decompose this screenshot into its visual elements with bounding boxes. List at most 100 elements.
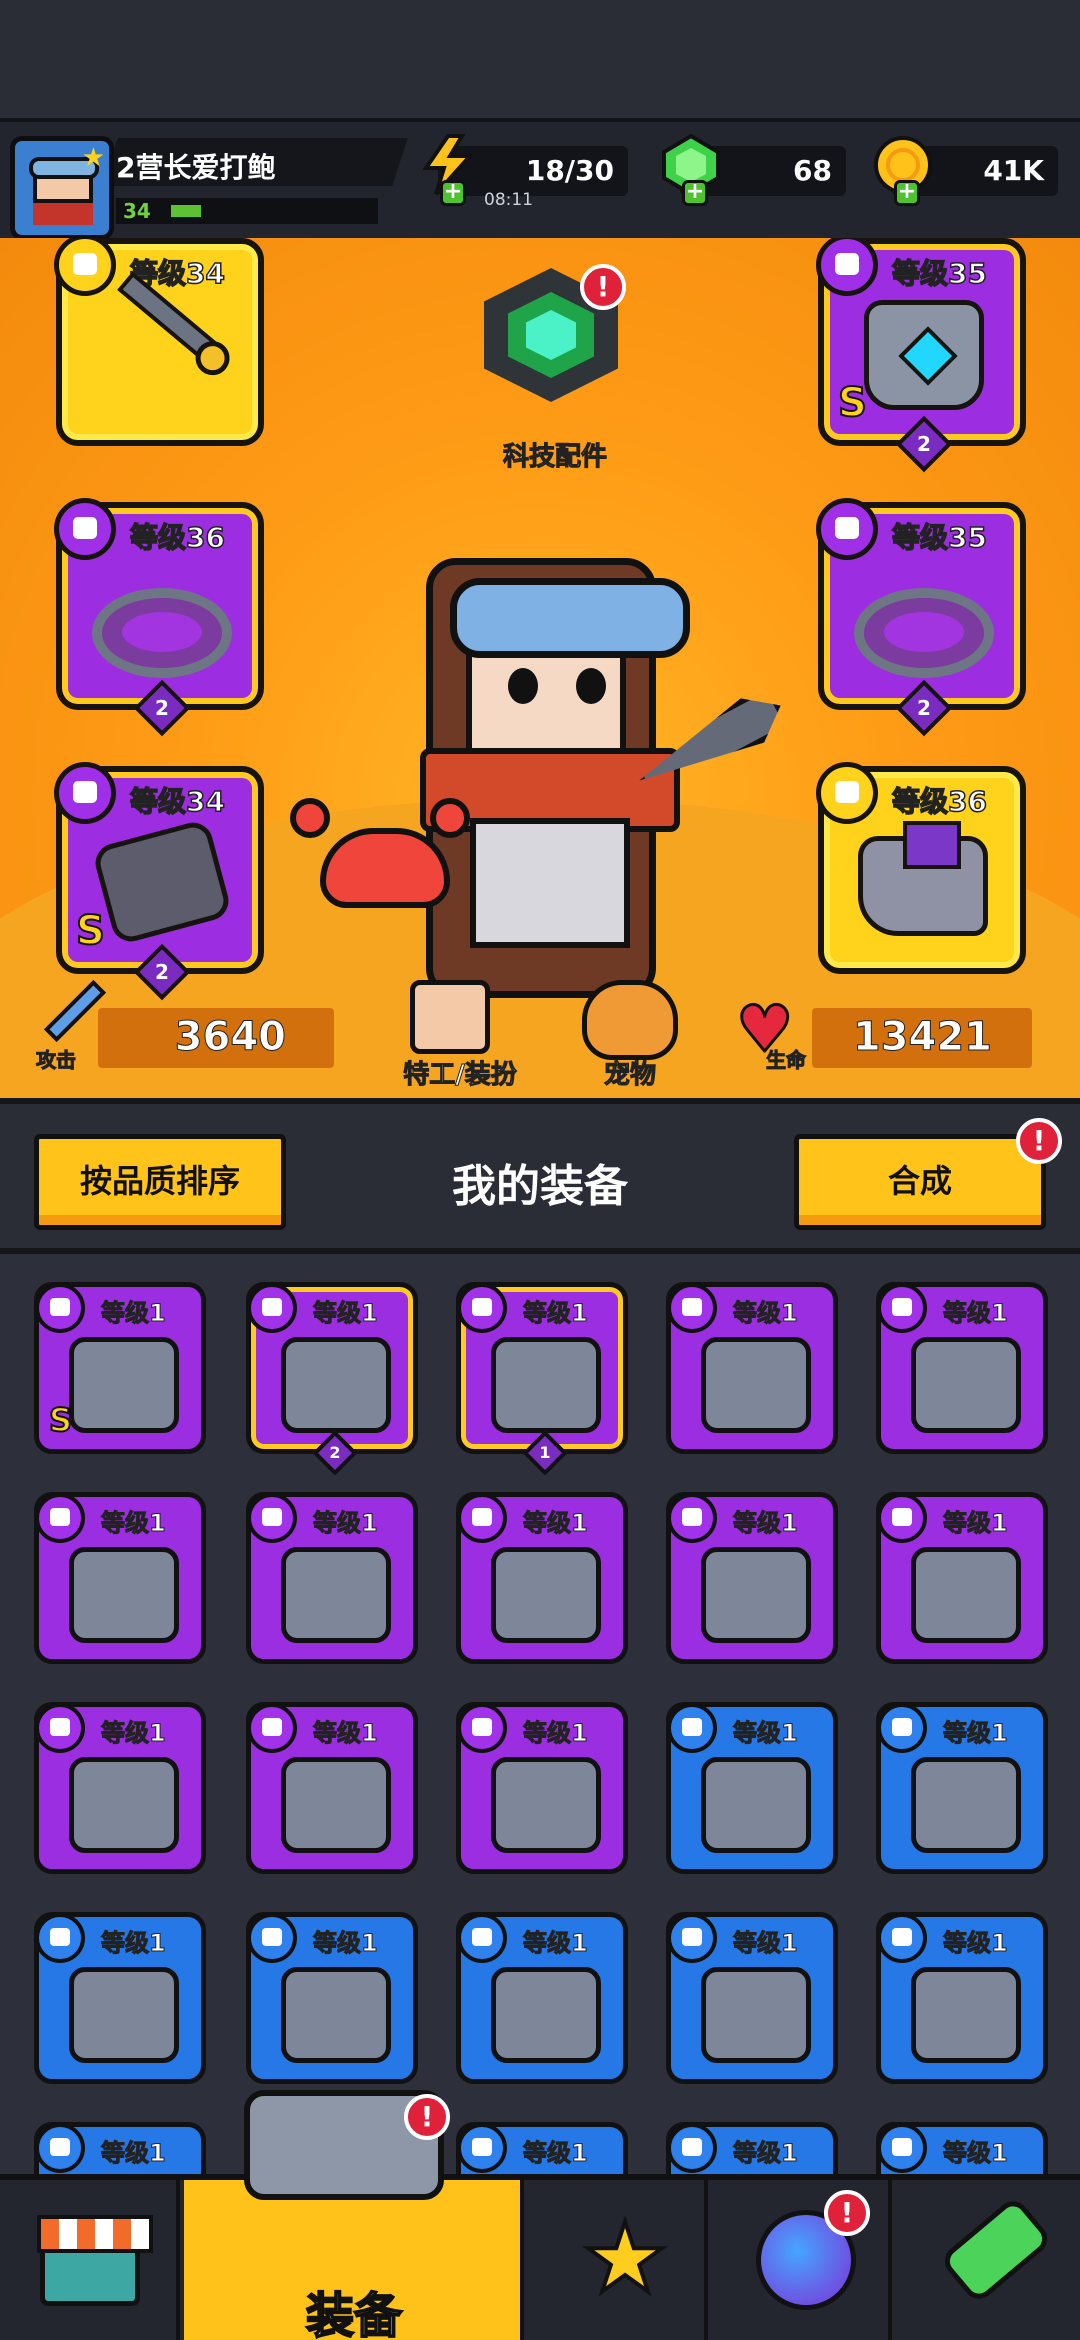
equip-slot-belt[interactable]: 等级35 2 xyxy=(816,498,1026,737)
tech-parts-button[interactable]: ! 科技配件 xyxy=(478,264,626,473)
armor-icon xyxy=(911,1337,1021,1433)
inventory-item[interactable]: 等级1 1 xyxy=(456,1282,628,1476)
hero-character xyxy=(380,518,700,1038)
item-level: 等级1 xyxy=(523,1929,589,1958)
inventory-item[interactable]: 等级1 xyxy=(876,1912,1048,2084)
player-hud: ★ 2营长爱打鲍 34 + 18/30 + 68 + 41K xyxy=(0,118,1080,240)
equip-slot-armor[interactable]: 等级35 S 2 xyxy=(816,238,1026,473)
add-coins-button[interactable]: + xyxy=(894,180,920,206)
dark-armor-icon xyxy=(69,1337,179,1433)
slot-level: 等级35 xyxy=(891,520,987,555)
vest-icon xyxy=(69,1967,179,2063)
dna-tube-icon xyxy=(938,2194,1054,2306)
inventory-item[interactable]: 等级1 xyxy=(246,1492,418,1664)
merge-button[interactable]: 合成 xyxy=(794,1134,1046,1230)
inventory-item[interactable]: 等级1 xyxy=(246,1912,418,2084)
slot-level: 等级35 xyxy=(891,256,987,291)
boot-icon xyxy=(491,1757,601,1853)
item-level: 等级1 xyxy=(101,1719,167,1748)
crossed-swords-star-icon: ★ xyxy=(580,2202,670,2314)
category-icon xyxy=(35,1703,85,1753)
attack-value: 3640 xyxy=(174,1014,286,1061)
star-gem: 1 xyxy=(522,1430,568,1476)
lightning-icon: + xyxy=(418,134,480,206)
inventory-item[interactable]: 等级1 xyxy=(666,1702,838,1874)
slot-level: 等级36 xyxy=(129,520,225,555)
nav-lab[interactable] xyxy=(896,2180,1076,2340)
player-avatar[interactable]: ★ xyxy=(10,136,114,240)
equip-slot-boots[interactable]: 等级36 xyxy=(816,762,1026,974)
attack-label: 攻击 xyxy=(36,1048,77,1073)
alert-badge: ! xyxy=(580,264,626,310)
inventory-item[interactable]: 等级1 xyxy=(456,1702,628,1874)
nav-battle[interactable]: ★ xyxy=(528,2180,708,2340)
item-level: 等级1 xyxy=(943,1929,1009,1958)
star-icon: ★ xyxy=(81,143,105,173)
inventory-item[interactable]: 等级1 xyxy=(666,1492,838,1664)
category-icon xyxy=(667,1703,717,1753)
inventory-item[interactable]: 等级1 xyxy=(34,2122,206,2174)
inventory-item[interactable]: 等级1 xyxy=(456,1492,628,1664)
category-icon xyxy=(247,1283,297,1333)
category-icon xyxy=(877,1493,927,1543)
category-icon xyxy=(457,2123,507,2173)
rank-badge: S xyxy=(75,907,106,955)
star-gem: 2 xyxy=(895,679,953,737)
item-level: 等级1 xyxy=(943,1509,1009,1538)
inventory-item[interactable]: 等级1 xyxy=(456,2122,628,2174)
inventory-item[interactable]: 等级1 xyxy=(666,1912,838,2084)
inventory-item[interactable]: 等级1 xyxy=(246,1702,418,1874)
item-level: 等级1 xyxy=(313,1929,379,1958)
nav-shop[interactable] xyxy=(0,2180,180,2340)
inventory-item[interactable]: 等级1 xyxy=(666,2122,838,2174)
kunai-icon xyxy=(701,1337,811,1433)
inventory-item[interactable]: 等级1 xyxy=(876,1282,1048,1454)
inventory-item[interactable]: 等级1 xyxy=(34,1702,206,1874)
player-level: 34 xyxy=(123,199,151,223)
category-icon xyxy=(35,1913,85,1963)
category-icon xyxy=(35,2123,85,2173)
equip-slot-glove[interactable]: 等级34 S 2 xyxy=(54,762,264,1001)
gem-counter[interactable]: + 68 xyxy=(662,133,846,206)
item-level: 等级1 xyxy=(733,1929,799,1958)
inventory-item[interactable]: 等级1 xyxy=(34,1912,206,2084)
agent-label: 特工/装扮 xyxy=(403,1060,518,1091)
inventory-item[interactable]: 等级1 xyxy=(666,1282,838,1454)
merge-label: 合成 xyxy=(887,1162,952,1200)
crab-claw-right xyxy=(430,798,470,838)
equipment-alert-badge: ! xyxy=(404,2094,450,2140)
item-level: 等级1 xyxy=(943,2139,1009,2168)
star-gem: 2 xyxy=(133,679,191,737)
item-level: 等级1 xyxy=(101,1929,167,1958)
energy-counter[interactable]: + 18/30 xyxy=(422,134,628,206)
equip-slot-weapon[interactable]: 等级34 xyxy=(54,238,264,446)
add-energy-button[interactable]: + xyxy=(440,180,466,206)
nav-equipment[interactable]: ! 装备 xyxy=(184,2090,524,2340)
inventory-item[interactable]: 等级1 xyxy=(876,1702,1048,1874)
inventory-item[interactable]: 等级1 xyxy=(34,1492,206,1664)
inventory-item[interactable]: 等级1 S xyxy=(34,1282,206,1454)
gem-necklace-icon xyxy=(911,1967,1021,2063)
category-icon xyxy=(667,1913,717,1963)
inventory-item[interactable]: 等级1 xyxy=(456,1912,628,2084)
pet-label: 宠物 xyxy=(603,1060,656,1091)
merge-alert-badge: ! xyxy=(1016,1118,1062,1164)
inventory-item[interactable]: 等级1 xyxy=(876,1492,1048,1664)
rank-badge: S xyxy=(48,1400,73,1440)
coin-icon: + xyxy=(872,134,934,206)
equip-slot-ring[interactable]: 等级36 2 xyxy=(54,498,264,737)
hero-goggles xyxy=(450,578,690,658)
xp-fill xyxy=(171,205,201,217)
category-icon xyxy=(457,1913,507,1963)
item-level: 等级1 xyxy=(523,2139,589,2168)
coin-counter[interactable]: + 41K xyxy=(874,136,1058,206)
item-level: 等级1 xyxy=(101,1509,167,1538)
inventory-grid: 等级1 S 等级1 2 等级1 1 等级1 等级1 等级1 等级1 等级1 等级1 等级1 等级1 等级1 等… xyxy=(0,1254,1080,2174)
hero-eye-left xyxy=(508,668,538,704)
hp-stat: 13421 xyxy=(812,1008,1032,1068)
inventory-item[interactable]: 等级1 xyxy=(876,2122,1048,2174)
star-gem: 2 xyxy=(895,415,953,473)
nav-world[interactable]: ! xyxy=(712,2180,892,2340)
add-gems-button[interactable]: + xyxy=(682,180,708,206)
inventory-item[interactable]: 等级1 2 xyxy=(246,1282,418,1476)
